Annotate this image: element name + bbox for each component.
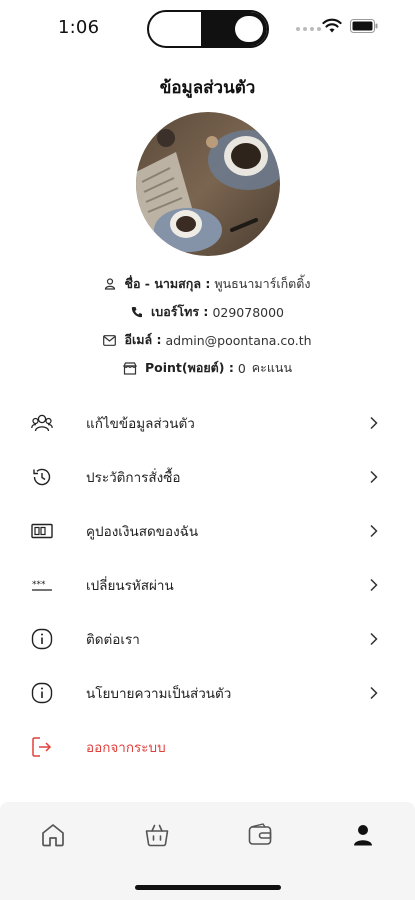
profile-icon xyxy=(354,825,372,846)
avatar[interactable] xyxy=(136,112,280,256)
wallet-icon xyxy=(248,823,272,845)
logout-button[interactable]: ออกจากระบบ xyxy=(0,720,415,774)
password-icon: *** xyxy=(30,573,54,597)
phone-icon xyxy=(131,307,142,318)
nav-cart[interactable] xyxy=(140,818,174,852)
name-value: พูนธนามาร์เก็ตติ้ง xyxy=(214,276,311,291)
info-icon xyxy=(30,627,54,651)
phone-value: 029078000 xyxy=(212,304,285,320)
logout-icon xyxy=(30,735,54,759)
home-icon xyxy=(42,824,64,847)
chevron-right-icon xyxy=(370,578,378,592)
nav-profile[interactable] xyxy=(346,818,380,852)
page-title: ข้อมูลส่วนตัว xyxy=(159,78,256,98)
email-value: admin@poontana.co.th xyxy=(165,332,312,348)
store-icon xyxy=(122,361,137,375)
svg-text:***: *** xyxy=(32,580,46,590)
menu-label: คูปองเงินสดของฉัน xyxy=(86,524,199,540)
menu-item-privacy-policy[interactable]: นโยบายความเป็นส่วนตัว xyxy=(0,666,415,720)
wifi-icon xyxy=(322,18,342,33)
nav-home[interactable] xyxy=(36,818,70,852)
mail-icon xyxy=(103,334,117,346)
menu-label: นโยบายความเป็นส่วนตัว xyxy=(86,686,232,702)
person-icon xyxy=(105,278,116,290)
profile-email-row: อีเมล์ : admin@poontana.co.th xyxy=(0,330,415,350)
history-icon xyxy=(30,465,54,489)
chevron-right-icon xyxy=(370,470,378,484)
menu-item-order-history[interactable]: ประวัติการสั่งซื้อ xyxy=(0,450,415,504)
dynamic-island xyxy=(147,10,269,48)
point-label: Point(พอยต์) : xyxy=(144,360,234,375)
status-time: 1:06 xyxy=(58,17,100,38)
menu-item-my-coupons[interactable]: คูปองเงินสดของฉัน xyxy=(0,504,415,558)
profile-point-row: Point(พอยต์) : 0 คะแนน xyxy=(0,358,415,378)
home-indicator xyxy=(135,885,281,890)
menu-item-contact-us[interactable]: ติดต่อเรา xyxy=(0,612,415,666)
chevron-right-icon xyxy=(370,632,378,646)
profile-phone-row: เบอร์โทร : 029078000 xyxy=(0,302,415,322)
menu-label: ติดต่อเรา xyxy=(86,632,140,648)
menu-label: แก้ไขข้อมูลส่วนตัว xyxy=(86,416,195,432)
battery-icon xyxy=(350,19,378,33)
signal-icon xyxy=(296,27,321,31)
email-label: อีเมล์ : xyxy=(124,332,162,347)
logout-label: ออกจากระบบ xyxy=(86,740,166,756)
menu-label: เปลี่ยนรหัสผ่าน xyxy=(86,578,174,594)
name-label: ชื่อ - นามสกุล : xyxy=(124,276,211,291)
chevron-right-icon xyxy=(370,524,378,538)
nav-wallet[interactable] xyxy=(243,818,277,852)
chevron-right-icon xyxy=(370,686,378,700)
menu-label: ประวัติการสั่งซื้อ xyxy=(86,470,181,486)
menu-item-change-password[interactable]: *** เปลี่ยนรหัสผ่าน xyxy=(0,558,415,612)
users-icon xyxy=(30,411,54,435)
menu-item-edit-profile[interactable]: แก้ไขข้อมูลส่วนตัว xyxy=(0,396,415,450)
info-icon xyxy=(30,681,54,705)
basket-icon xyxy=(145,824,169,847)
coupon-icon xyxy=(30,519,54,543)
profile-name-row: ชื่อ - นามสกุล : พูนธนามาร์เก็ตติ้ง xyxy=(0,274,415,294)
chevron-right-icon xyxy=(370,416,378,430)
phone-label: เบอร์โทร : xyxy=(150,304,209,319)
status-bar: 1:06 xyxy=(0,0,415,60)
point-value: 0 xyxy=(237,360,246,376)
point-unit: คะแนน xyxy=(251,360,293,375)
